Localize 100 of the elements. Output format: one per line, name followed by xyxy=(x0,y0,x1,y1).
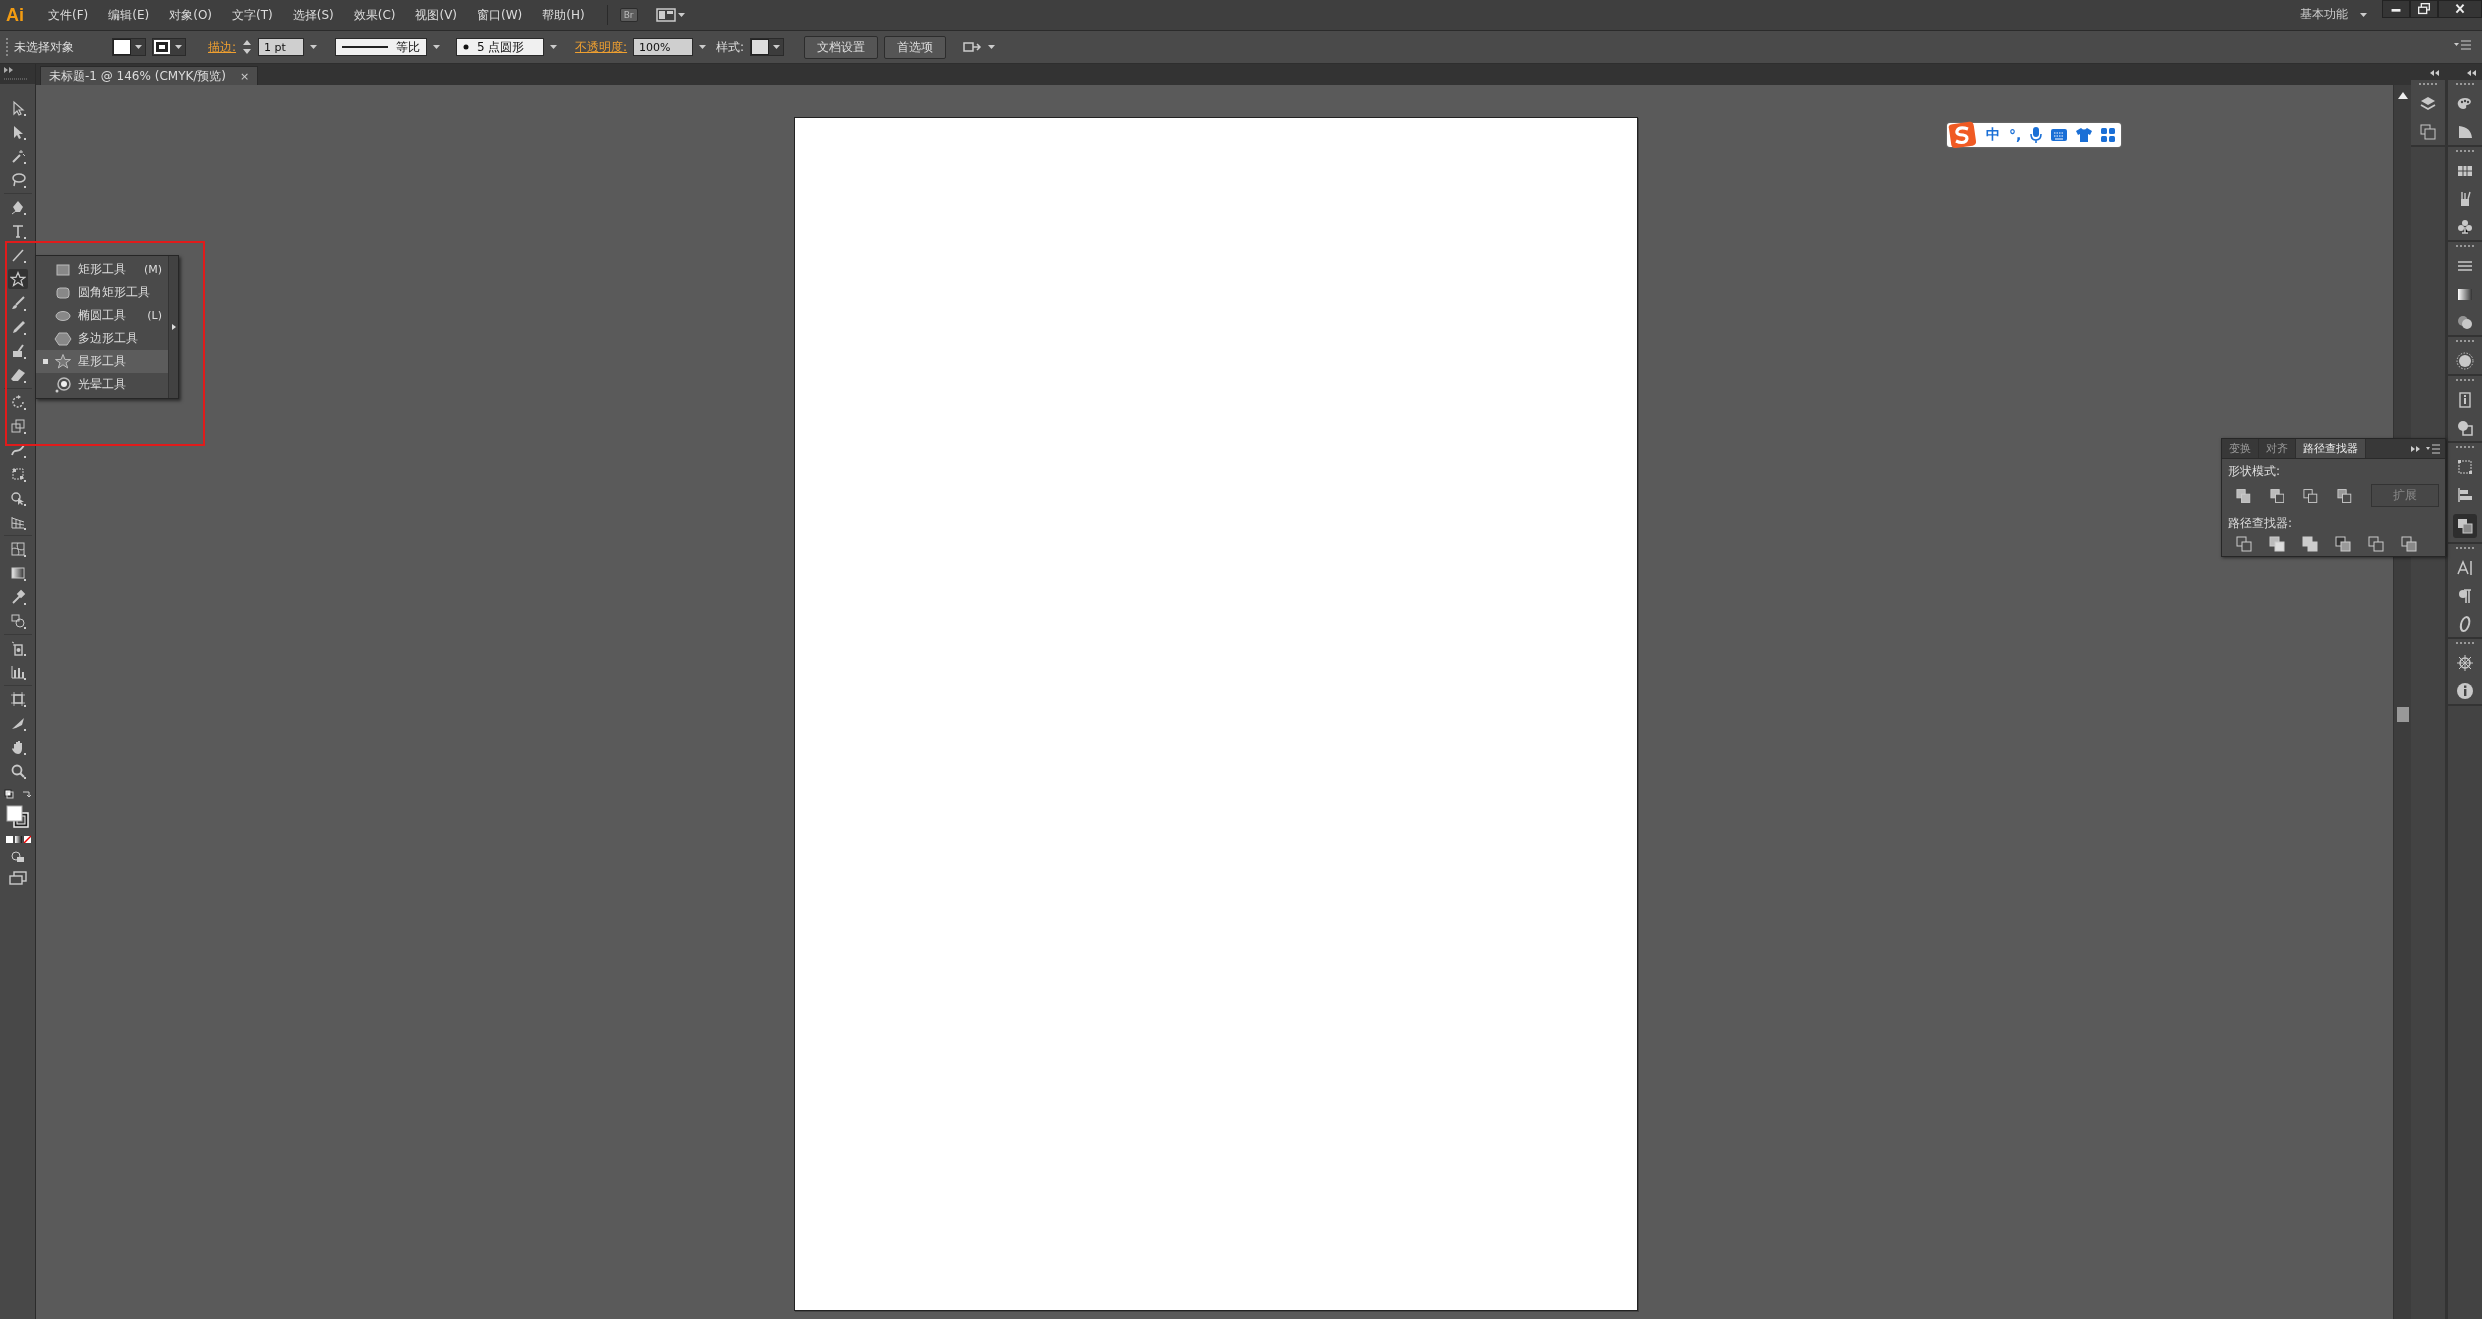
divide-icon[interactable] xyxy=(2236,536,2252,552)
star-icon[interactable] xyxy=(7,269,28,289)
rotate-icon[interactable] xyxy=(9,394,26,410)
isolate-icon[interactable] xyxy=(962,40,983,54)
pathfinder-panel-icon[interactable] xyxy=(2453,514,2477,538)
eraser-icon[interactable] xyxy=(9,367,26,383)
collapse-dock-icon[interactable] xyxy=(2467,69,2476,76)
keyboard-icon[interactable] xyxy=(2051,129,2068,141)
scale-icon[interactable] xyxy=(9,418,26,434)
close-icon[interactable] xyxy=(2438,0,2482,18)
menu-item[interactable]: 窗口(W) xyxy=(467,6,533,24)
menu-item[interactable]: 编辑(E) xyxy=(98,6,160,24)
swap-fill-stroke-icon[interactable] xyxy=(3,789,32,799)
language-toggle[interactable]: 中 xyxy=(1986,126,2000,144)
caret-icon[interactable] xyxy=(773,45,781,49)
caret-icon[interactable] xyxy=(699,45,707,49)
panel-tab[interactable]: 变换 xyxy=(2222,439,2259,458)
toolbar-button[interactable]: 首选项 xyxy=(884,35,947,59)
menu-item[interactable]: 帮助(H) xyxy=(532,6,595,24)
pen-icon[interactable] xyxy=(9,199,26,215)
hand-icon[interactable] xyxy=(9,739,26,755)
fill-stroke-icon[interactable] xyxy=(3,803,32,829)
crop-icon[interactable] xyxy=(2335,536,2351,552)
minus-front-icon[interactable] xyxy=(2269,487,2285,504)
flyout-menu-item[interactable]: 多边形工具 xyxy=(36,327,168,350)
menu-item[interactable]: 效果(C) xyxy=(343,6,406,24)
layers-icon[interactable] xyxy=(2419,95,2437,113)
graphic-style-swatch[interactable] xyxy=(750,38,785,56)
caret-icon[interactable] xyxy=(310,45,318,49)
flyout-menu-item[interactable]: 星形工具 xyxy=(36,350,168,373)
opacity-field[interactable]: 100% xyxy=(633,38,694,56)
bar-graph-icon[interactable] xyxy=(9,664,26,680)
intersect-icon[interactable] xyxy=(2303,487,2319,504)
variable-width-profile[interactable]: 等比 xyxy=(335,38,428,56)
character-icon[interactable] xyxy=(2456,559,2474,577)
paintbrush-icon[interactable] xyxy=(9,295,26,311)
merge-icon[interactable] xyxy=(2302,536,2318,552)
minus-back-icon[interactable] xyxy=(2401,536,2417,552)
workspace-switcher[interactable]: 基本功能 xyxy=(2300,6,2348,23)
opacity-link[interactable]: 不透明度: xyxy=(575,38,628,56)
panel-tab[interactable]: 路径查找器 xyxy=(2296,439,2366,458)
trim-icon[interactable] xyxy=(2269,536,2285,552)
spinner-icon[interactable] xyxy=(242,38,253,56)
menu-item[interactable]: 文字(T) xyxy=(222,6,283,24)
paragraph-icon[interactable] xyxy=(2456,587,2474,605)
appearance-icon[interactable] xyxy=(2456,352,2474,370)
unite-icon[interactable] xyxy=(2236,487,2251,504)
symbols-icon[interactable] xyxy=(2456,218,2474,236)
draw-mode-icon[interactable] xyxy=(10,851,25,863)
flyout-menu-item[interactable]: 光晕工具 xyxy=(36,373,168,396)
color-guide-icon[interactable] xyxy=(2456,123,2474,141)
symbol-sprayer-icon[interactable] xyxy=(9,640,26,656)
line-icon[interactable] xyxy=(9,247,26,263)
collapse-panel-icon[interactable] xyxy=(2411,445,2420,452)
shirt-icon[interactable] xyxy=(2076,128,2093,142)
graphic-styles-icon[interactable] xyxy=(2456,419,2474,437)
microphone-icon[interactable] xyxy=(2030,126,2043,144)
transparency-icon[interactable] xyxy=(2456,313,2474,331)
minimize-icon[interactable] xyxy=(2382,0,2410,18)
scroll-up-icon[interactable] xyxy=(2398,91,2408,99)
caret-icon[interactable] xyxy=(175,45,182,49)
transform-icon[interactable] xyxy=(2456,458,2474,476)
navigator-icon[interactable] xyxy=(2456,654,2474,672)
screen-mode-icon[interactable] xyxy=(8,871,27,885)
shape-builder-icon[interactable] xyxy=(9,490,26,506)
restore-icon[interactable] xyxy=(2410,0,2438,18)
stroke-link[interactable]: 描边: xyxy=(208,38,237,56)
caret-icon[interactable] xyxy=(433,45,441,49)
scrollbar-thumb[interactable] xyxy=(2397,707,2409,722)
collapse-toolbar-icon[interactable] xyxy=(4,67,13,73)
zoom-icon[interactable] xyxy=(9,763,26,779)
blend-icon[interactable] xyxy=(9,613,26,629)
menu-item[interactable]: 文件(F) xyxy=(38,6,99,24)
bridge-button[interactable]: Br xyxy=(619,8,638,22)
close-tab-button[interactable]: × xyxy=(240,69,250,83)
artboard-icon[interactable] xyxy=(9,691,26,707)
exclude-icon[interactable] xyxy=(2337,487,2352,504)
mesh-icon[interactable] xyxy=(9,541,26,557)
flyout-menu-item[interactable]: 圆角矩形工具 xyxy=(36,281,168,304)
menu-item[interactable]: 对象(O) xyxy=(159,6,223,24)
menu-item[interactable]: 选择(S) xyxy=(282,6,344,24)
menu-item[interactable]: 视图(V) xyxy=(405,6,468,24)
flyout-menu-item[interactable]: 椭圆工具 (L) xyxy=(36,304,168,327)
caret-icon[interactable] xyxy=(550,45,558,49)
grid-icon[interactable] xyxy=(2101,128,2116,142)
caret-icon[interactable] xyxy=(135,45,142,49)
stroke-weight-field[interactable]: 1 pt xyxy=(258,38,305,56)
caret-icon[interactable] xyxy=(988,45,996,49)
lasso-icon[interactable] xyxy=(9,172,26,188)
free-transform-icon[interactable] xyxy=(9,466,26,482)
input-method-bar[interactable]: 中 °, xyxy=(1947,123,2122,147)
document-tab[interactable]: 未标题-1 @ 146% (CMYK/预览) × xyxy=(40,66,259,85)
gradient-icon[interactable] xyxy=(9,565,26,581)
flyout-menu-item[interactable]: 矩形工具 (M) xyxy=(36,258,168,281)
tearoff-arrow-icon[interactable] xyxy=(171,324,176,330)
punctuation-toggle[interactable]: °, xyxy=(2009,127,2022,143)
fill-swatch[interactable] xyxy=(112,38,146,56)
panel-menu-icon[interactable] xyxy=(2426,443,2440,454)
color-mode-icon[interactable] xyxy=(4,835,31,843)
align-icon[interactable] xyxy=(2456,486,2474,504)
